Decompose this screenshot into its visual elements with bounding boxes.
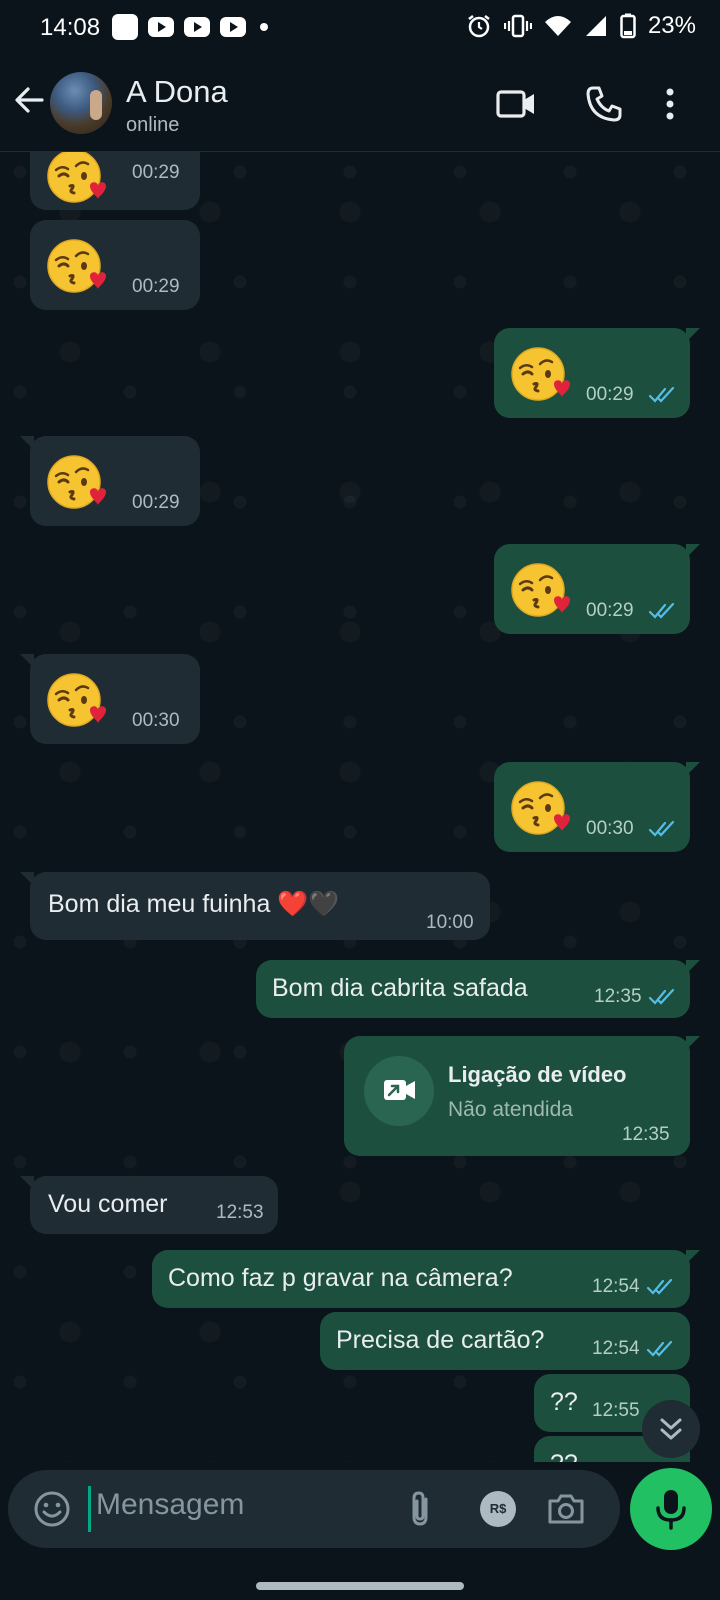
message-time: 12:35 [622,1124,670,1145]
message-time: 00:30 [132,710,180,731]
kiss-emoji-icon [46,670,106,730]
message-incoming[interactable]: Vou comer 12:53 [20,1176,278,1234]
wifi-icon [544,16,571,36]
youtube-icon [184,17,210,37]
more-options-icon[interactable] [660,84,680,124]
message-time: 12:54 [592,1338,640,1359]
read-receipt-icon [648,988,678,1006]
message-time: 12:35 [594,986,642,1007]
avatar[interactable] [50,72,112,134]
scroll-down-icon [660,1418,682,1440]
message-incoming[interactable]: Bom dia meu fuinha ❤️🖤 10:00 [20,872,490,940]
mic-icon [656,1490,686,1530]
chat-messages-area[interactable]: 00:29 00:29 00:29 00:29 00:29 00:30 00:3… [0,152,720,1462]
missed-video-call-message[interactable]: Ligação de vídeo Não atendida 12:35 [344,1036,700,1156]
message-incoming[interactable]: 00:29 [30,152,200,210]
message-time: 00:29 [586,600,634,621]
message-text: Bom dia meu fuinha ❤️🖤 [48,890,340,918]
video-call-icon[interactable] [496,84,536,124]
message-text: Como faz p gravar na câmera? [168,1264,513,1292]
video-call-badge [364,1056,434,1126]
message-input[interactable]: Mensagem [96,1488,244,1522]
phone-icon[interactable] [584,84,624,124]
emoji-icon[interactable] [32,1489,72,1529]
message-time: 12:55 [592,1400,640,1421]
call-title: Ligação de vídeo [448,1062,627,1087]
call-status: Não atendida [448,1098,573,1121]
vibrate-icon [503,14,532,38]
message-outgoing[interactable]: 00:29 [494,328,700,418]
battery-icon [620,13,636,39]
outgoing-video-call-icon [384,1080,415,1100]
message-outgoing[interactable]: Como faz p gravar na câmera? 12:54 [152,1250,700,1308]
more-notifications-icon [260,23,268,31]
notification-icons [112,14,268,40]
read-receipt-icon [648,602,678,620]
scroll-to-bottom-button[interactable] [642,1400,700,1458]
message-outgoing[interactable]: 00:29 [494,544,700,634]
kiss-emoji-icon [510,344,570,404]
youtube-icon [148,17,174,37]
payment-icon[interactable]: R$ [480,1491,516,1527]
message-text: Vou comer [48,1190,168,1218]
kiss-emoji-icon [510,560,570,620]
status-time: 14:08 [40,14,101,41]
chat-header: A Dona online [0,56,720,152]
camera-icon[interactable] [546,1489,586,1529]
read-receipt-icon [648,820,678,838]
read-receipt-icon [646,1340,676,1358]
status-bar: 14:08 23% [0,0,720,56]
message-time: 00:29 [586,384,634,405]
kiss-emoji-icon [46,236,106,296]
alarm-icon [468,15,490,38]
message-time: 12:54 [592,1276,640,1297]
message-text: ?? [550,1450,578,1462]
kiss-emoji-icon [46,452,106,512]
message-outgoing[interactable]: Bom dia cabrita safada 12:35 [256,960,700,1018]
home-indicator[interactable] [256,1582,464,1590]
contact-name[interactable]: A Dona [126,74,228,110]
attach-icon[interactable] [402,1489,442,1529]
message-incoming[interactable]: 00:30 [20,654,200,744]
message-composer[interactable]: Mensagem R$ [8,1470,620,1548]
voice-message-button[interactable] [630,1468,712,1550]
signal-icon [585,16,606,36]
back-arrow-icon[interactable] [12,82,48,118]
message-incoming[interactable]: 00:29 [30,220,200,310]
battery-percent: 23% [647,12,696,39]
shopping-bag-icon [112,14,138,40]
message-time: 00:29 [132,276,180,297]
system-icons: 23% [466,12,696,40]
youtube-icon [220,17,246,37]
message-time: 00:29 [132,162,180,183]
message-time: 10:00 [426,912,474,933]
read-receipt-icon [646,1278,676,1296]
message-incoming[interactable]: 00:29 [20,436,200,526]
text-caret [88,1486,91,1532]
kiss-emoji-icon [510,778,570,838]
read-receipt-icon [648,386,678,404]
message-text: Precisa de cartão? [336,1326,545,1354]
message-time: 00:29 [132,492,180,513]
message-text: ?? [550,1388,578,1416]
message-time: 00:30 [586,818,634,839]
message-text: Bom dia cabrita safada [272,974,528,1002]
message-outgoing[interactable]: 00:30 [494,762,700,852]
kiss-emoji-icon [46,152,106,206]
message-time: 12:53 [216,1202,264,1223]
message-outgoing[interactable]: Precisa de cartão? 12:54 [320,1312,690,1370]
contact-status: online [126,114,180,136]
